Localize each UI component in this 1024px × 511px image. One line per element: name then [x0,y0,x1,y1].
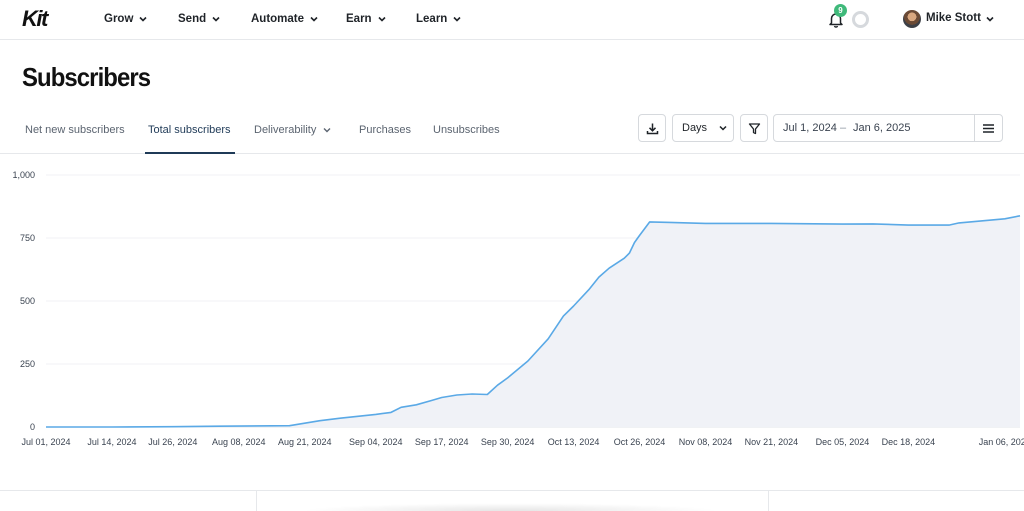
card-shadow [300,503,720,511]
area-fill [46,215,1020,427]
chevron-down-icon [212,16,220,22]
date-separator: – [840,122,847,134]
nav-automate-label: Automate [251,13,305,25]
interval-select[interactable]: Days [672,114,734,142]
total-subscribers-chart: 0 250 500 750 1,000 Jul 01, 2024 Jul 14, 2024… [12,170,1024,447]
y-tick-label: 250 [20,359,35,369]
kit-logo[interactable]: Kit [22,8,48,30]
tab-net-new-subscribers[interactable]: Net new subscribers [25,124,125,136]
interval-value: Days [682,122,708,134]
y-tick-label: 1,000 [12,170,35,180]
nav-grow-label: Grow [104,13,134,25]
nav-learn-label: Learn [416,13,448,25]
notification-count-badge: 9 [834,4,847,17]
nav-send-label: Send [178,13,207,25]
tab-deliverability[interactable]: Deliverability [254,124,332,136]
tab-total-subscribers[interactable]: Total subscribers [148,124,231,136]
x-tick-label: Jan 06, 2025 [979,437,1024,447]
x-tick-label: Sep 04, 2024 [349,437,403,447]
page-title: Subscribers [22,62,151,92]
date-range-picker[interactable]: Jul 1, 2024 – Jan 6, 2025 [773,114,1003,142]
x-tick-label: Nov 21, 2024 [745,437,799,447]
y-tick-label: 0 [30,422,35,432]
active-tab-indicator [145,152,235,154]
tab-label: Net new subscribers [25,124,125,136]
tab-label: Unsubscribes [433,124,500,136]
nav-earn[interactable]: Earn [346,12,387,26]
y-tick-label: 750 [20,233,35,243]
date-menu-button[interactable] [974,115,1002,141]
download-button[interactable] [638,114,666,142]
x-tick-label: Jul 26, 2024 [148,437,197,447]
avatar[interactable] [903,10,921,28]
x-tick-label: Dec 18, 2024 [882,437,936,447]
date-to: Jan 6, 2025 [853,122,911,134]
loading-spinner-icon [852,11,869,28]
chevron-down-icon[interactable] [985,14,995,24]
chevron-down-icon [378,16,386,22]
x-tick-label: Sep 30, 2024 [481,437,535,447]
tab-label: Purchases [359,124,411,136]
menu-icon [983,123,994,133]
nav-automate[interactable]: Automate [251,12,319,26]
user-name[interactable]: Mike Stott [926,12,981,24]
x-tick-label: Sep 17, 2024 [415,437,469,447]
tab-label: Deliverability [254,124,317,136]
tab-purchases[interactable]: Purchases [359,124,411,136]
x-tick-label: Aug 21, 2024 [278,437,332,447]
tab-label: Total subscribers [148,124,231,136]
x-tick-label: Oct 26, 2024 [614,437,666,447]
download-icon [646,123,658,134]
top-navigation: Kit Grow Send Automate Earn Learn 9 Mike… [0,0,1024,40]
card-row-border [0,490,1024,491]
chevron-down-icon [323,128,331,133]
chevron-down-icon [453,16,461,22]
x-tick-label: Jul 14, 2024 [87,437,136,447]
chevron-down-icon [310,16,318,22]
nav-earn-label: Earn [346,13,372,25]
y-axis: 0 250 500 750 1,000 [12,170,35,432]
chevron-down-icon [139,16,147,22]
x-tick-label: Oct 13, 2024 [548,437,600,447]
chevron-down-icon [719,125,727,131]
tab-unsubscribes[interactable]: Unsubscribes [433,124,500,136]
nav-grow[interactable]: Grow [104,12,148,26]
x-tick-label: Nov 08, 2024 [679,437,733,447]
x-axis: Jul 01, 2024 Jul 14, 2024 Jul 26, 2024 Aug … [21,437,1024,447]
filter-button[interactable] [740,114,768,142]
filter-icon [748,122,760,134]
nav-learn[interactable]: Learn [416,12,462,26]
x-tick-label: Jul 01, 2024 [21,437,70,447]
card-divider [768,490,769,511]
x-tick-label: Dec 05, 2024 [816,437,870,447]
y-tick-label: 500 [20,296,35,306]
nav-send[interactable]: Send [178,12,221,26]
date-from: Jul 1, 2024 [783,122,837,134]
card-divider [256,490,257,511]
x-tick-label: Aug 08, 2024 [212,437,266,447]
